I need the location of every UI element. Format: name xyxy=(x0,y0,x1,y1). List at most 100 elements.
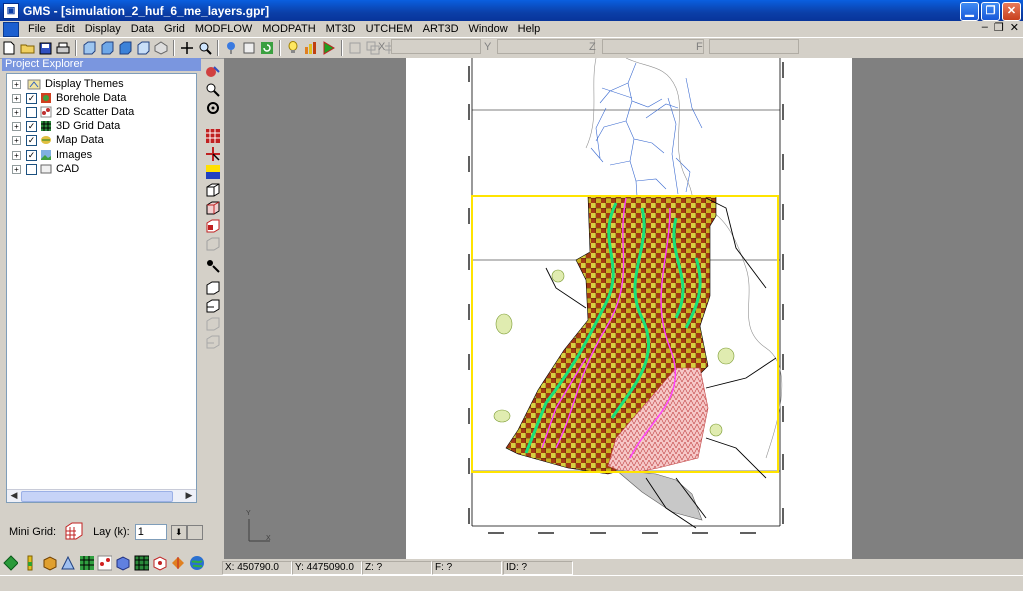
mini-grid-label: Mini Grid: xyxy=(9,526,57,538)
mdi-close-button[interactable]: ✕ xyxy=(1010,21,1019,34)
expand-icon[interactable]: + xyxy=(12,135,21,145)
scatter-checkbox[interactable] xyxy=(26,106,37,118)
cube-icon-a[interactable] xyxy=(205,182,221,198)
point-select-icon[interactable] xyxy=(205,258,221,274)
layer-box-icon-a[interactable] xyxy=(205,280,221,296)
open-folder-icon[interactable] xyxy=(19,40,35,56)
chart-icon[interactable] xyxy=(303,40,319,56)
properties-icon[interactable] xyxy=(241,40,257,56)
cad-checkbox[interactable] xyxy=(26,163,37,175)
y-coord-field[interactable] xyxy=(497,39,596,54)
scroll-right-icon[interactable]: ▶ xyxy=(183,490,195,501)
pan-icon[interactable] xyxy=(179,40,195,56)
minimize-button[interactable]: ▁ xyxy=(960,2,979,21)
x-coord-field[interactable] xyxy=(391,39,482,54)
tree-horizontal-scrollbar[interactable]: ◀ ▶ xyxy=(7,489,196,502)
rotate-icon[interactable] xyxy=(205,100,221,116)
map-checkbox[interactable]: ✓ xyxy=(26,134,37,146)
select-node-icon[interactable] xyxy=(205,146,221,162)
window-title: GMS - [simulation_2_huf_6_me_layers.gpr] xyxy=(23,3,270,18)
mdi-restore-button[interactable]: ❐ xyxy=(994,21,1004,34)
scroll-thumb[interactable] xyxy=(21,491,173,502)
zoom-icon[interactable] xyxy=(197,40,213,56)
map-icon xyxy=(41,136,51,144)
mini-grid-bar: Mini Grid: Lay (k): 1 ⬇ xyxy=(0,518,204,546)
title-bar: ▣ GMS - [simulation_2_huf_6_me_layers.gp… xyxy=(0,0,1023,21)
tree-item-borehole-data[interactable]: + ✓ Borehole Data xyxy=(7,91,126,105)
tree-item-images[interactable]: + ✓ Images xyxy=(7,148,92,162)
menu-data[interactable]: Data xyxy=(126,23,159,35)
print-icon[interactable] xyxy=(55,40,71,56)
refresh-icon[interactable] xyxy=(259,40,275,56)
grid-checkbox[interactable]: ✓ xyxy=(26,120,37,132)
lay-down-button[interactable]: ⬇ xyxy=(170,524,187,540)
app-icon[interactable]: ▣ xyxy=(3,2,19,19)
cube-icon-b[interactable] xyxy=(205,200,221,216)
menu-edit[interactable]: Edit xyxy=(51,23,80,35)
menu-modflow[interactable]: MODFLOW xyxy=(190,23,257,35)
expand-icon[interactable]: + xyxy=(12,164,21,174)
lay-input[interactable]: 1 xyxy=(134,524,167,540)
tree-item-2d-scatter-data[interactable]: + 2D Scatter Data xyxy=(7,105,134,119)
graphics-window[interactable]: Y X xyxy=(224,57,1023,559)
layer-box-icon-b[interactable] xyxy=(205,298,221,314)
project-tree: + Display Themes + ✓ Borehole Data + 2D … xyxy=(6,73,197,503)
tree-item-display-themes[interactable]: + Display Themes xyxy=(7,77,124,91)
borehole-checkbox[interactable]: ✓ xyxy=(26,92,37,104)
axis-y-label: Y xyxy=(246,510,251,517)
view-reset-icon[interactable] xyxy=(153,40,169,56)
info-icon[interactable] xyxy=(223,40,239,56)
save-icon[interactable] xyxy=(37,40,53,56)
close-button[interactable]: ✕ xyxy=(1002,2,1021,21)
tree-item-3d-grid-data[interactable]: + ✓ 3D Grid Data xyxy=(7,119,120,133)
f-coord-box: F xyxy=(696,39,799,54)
expand-icon[interactable]: + xyxy=(12,93,21,103)
grid-icon xyxy=(41,121,51,131)
z-coord-field[interactable] xyxy=(601,39,704,54)
menu-grid[interactable]: Grid xyxy=(159,23,190,35)
images-checkbox[interactable]: ✓ xyxy=(26,149,37,161)
cell-color-icon[interactable] xyxy=(205,164,221,180)
bulb-icon[interactable] xyxy=(285,40,301,56)
mdi-minimize-button[interactable]: – xyxy=(982,21,988,34)
tool-palette xyxy=(203,62,223,362)
menu-window[interactable]: Window xyxy=(464,23,513,35)
play-icon[interactable] xyxy=(321,40,337,56)
menu-utchem[interactable]: UTCHEM xyxy=(361,23,418,35)
lay-up-button[interactable] xyxy=(186,524,203,540)
restore-button[interactable]: ❐ xyxy=(981,2,1000,21)
tree-item-map-data[interactable]: + ✓ Map Data xyxy=(7,133,104,147)
axis-x-label: X xyxy=(266,535,271,542)
view-oblique-icon[interactable] xyxy=(135,40,151,56)
expand-icon[interactable]: + xyxy=(12,150,21,160)
menu-mt3d[interactable]: MT3D xyxy=(321,23,361,35)
menu-file[interactable]: File xyxy=(23,23,51,35)
zoom-select-icon[interactable] xyxy=(205,82,221,98)
menu-help[interactable]: Help xyxy=(513,23,546,35)
x-coord-label: X xyxy=(378,40,386,53)
tree-item-cad[interactable]: + CAD xyxy=(7,162,79,176)
layer-box-disabled-icon-a xyxy=(206,317,220,331)
view-front-icon[interactable] xyxy=(81,40,97,56)
f-coord-field[interactable] xyxy=(708,39,799,54)
menu-bar: File Edit Display Data Grid MODFLOW MODP… xyxy=(0,21,1023,37)
select-cells-icon[interactable] xyxy=(205,128,221,144)
menu-modpath[interactable]: MODPATH xyxy=(257,23,320,35)
view-side-icon[interactable] xyxy=(99,40,115,56)
expand-icon[interactable]: + xyxy=(12,107,21,117)
layer-box-disabled-icon-b xyxy=(206,335,220,349)
scroll-left-icon[interactable]: ◀ xyxy=(8,490,20,501)
new-file-icon[interactable] xyxy=(1,40,17,56)
view-top-icon[interactable] xyxy=(117,40,133,56)
cube-icon-c[interactable] xyxy=(205,218,221,234)
menu-art3d[interactable]: ART3D xyxy=(418,23,464,35)
bottom-strip xyxy=(0,575,1023,591)
document-icon[interactable] xyxy=(3,21,19,37)
mini-grid-icon[interactable] xyxy=(62,521,84,543)
expand-icon[interactable]: + xyxy=(12,79,21,89)
expand-icon[interactable]: + xyxy=(12,121,21,131)
menu-display[interactable]: Display xyxy=(80,23,126,35)
map-sheet[interactable] xyxy=(406,57,852,559)
select-color-icon[interactable] xyxy=(205,64,221,80)
cad-icon xyxy=(40,164,52,174)
